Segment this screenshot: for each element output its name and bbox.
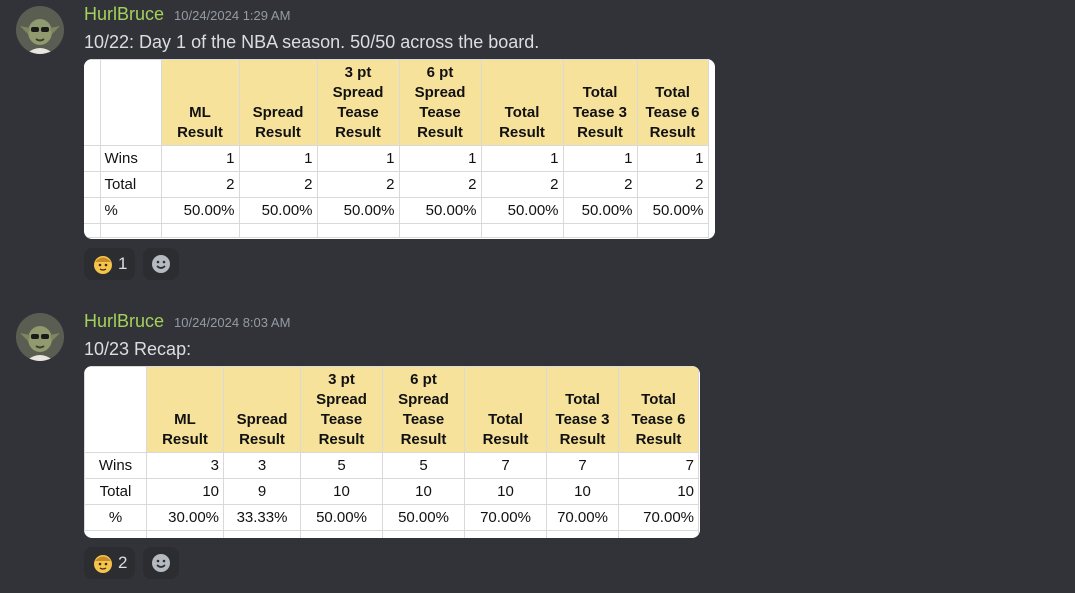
table-cell: 10 [618,478,699,505]
table-cell: 50.00% [562,197,638,224]
table-cell: 7 [546,452,619,479]
table-cell: 50.00% [636,197,709,224]
face-emoji-icon [94,256,112,274]
table-row: Total 10 9 10 10 10 10 10 [84,478,699,505]
table-cell: 3 [223,452,301,479]
spreadsheet-image[interactable]: ML Result Spread Result 3 pt Spread Tease Res… [84,366,700,538]
table-cell: 5 [300,452,383,479]
table-cell: 10 [300,478,383,505]
table-row: Wins 1 1 1 1 1 1 1 [84,145,709,172]
table-cell: 2 [562,171,638,198]
table-cell: 5 [382,452,465,479]
table-cell: 10 [146,478,224,505]
row-label: % [84,504,147,531]
spreadsheet-image[interactable]: ML Result Spread Result 3 pt Spread Tease Res… [84,59,715,239]
table-cell: 3 [146,452,224,479]
row-label: Total [84,478,147,505]
timestamp[interactable]: 10/24/2024 1:29 AM [174,8,290,23]
column-header: Spread Result [223,366,301,453]
column-header: Spread Result [238,59,318,146]
table-cell: 70.00% [464,504,547,531]
user-avatar[interactable] [16,6,64,54]
timestamp[interactable]: 10/24/2024 8:03 AM [174,315,290,330]
table-cell: 7 [464,452,547,479]
table-cell: 70.00% [618,504,699,531]
table-cell: 1 [562,145,638,172]
column-header: 6 pt Spread Tease Result [382,366,465,453]
table-cell: 9 [223,478,301,505]
table-cell: 50.00% [382,504,465,531]
reactions-bar: 1 [84,248,180,280]
table-cell: 50.00% [480,197,564,224]
username[interactable]: HurlBruce [84,4,164,25]
user-avatar[interactable] [16,313,64,361]
reactions-bar: 2 [84,547,180,579]
row-label: Wins [84,452,147,479]
reaction-count: 1 [118,254,128,273]
message-text: 10/22: Day 1 of the NBA season. 50/50 ac… [84,32,540,52]
table-cell: 1 [636,145,709,172]
column-header: Total Result [464,366,547,453]
table-row: % 50.00% 50.00% 50.00% 50.00% 50.00% 50.… [84,197,709,224]
table-cell: 10 [546,478,619,505]
column-header: ML Result [146,366,224,453]
add-reaction-icon [152,554,171,572]
row-label: % [99,197,162,224]
column-header: Total Tease 6 Result [618,366,699,453]
table-cell: 1 [398,145,482,172]
table-row: Total 2 2 2 2 2 2 2 [84,171,709,198]
add-reaction-button[interactable] [143,248,180,280]
table-row: % 30.00% 33.33% 50.00% 50.00% 70.00% 70.… [84,504,699,531]
results-table: ML Result Spread Result 3 pt Spread Tease Res… [84,59,709,238]
table-cell: 2 [398,171,482,198]
table-cell: 2 [160,171,240,198]
column-header: 3 pt Spread Tease Result [300,366,383,453]
table-cell: 1 [316,145,400,172]
results-table: ML Result Spread Result 3 pt Spread Tease Res… [84,366,699,538]
table-cell: 50.00% [238,197,318,224]
reaction-button[interactable]: 2 [84,547,136,579]
column-header: Total Tease 6 Result [636,59,709,146]
table-cell: 1 [480,145,564,172]
table-cell: 7 [618,452,699,479]
table-cell: 10 [464,478,547,505]
table-cell: 2 [636,171,709,198]
table-cell: 2 [316,171,400,198]
table-cell: 70.00% [546,504,619,531]
message-text: 10/23 Recap: [84,339,192,359]
table-cell: 50.00% [316,197,400,224]
table-cell: 50.00% [398,197,482,224]
row-label: Wins [99,145,162,172]
table-cell: 30.00% [146,504,224,531]
column-header: Total Result [480,59,564,146]
column-header: 6 pt Spread Tease Result [398,59,482,146]
table-cell: 1 [238,145,318,172]
row-label: Total [99,171,162,198]
table-row: Wins 3 3 5 5 7 7 7 [84,452,699,479]
add-reaction-button[interactable] [143,547,180,579]
table-cell: 2 [238,171,318,198]
reaction-count: 2 [118,553,128,572]
face-emoji-icon [94,555,112,573]
column-header: Total Tease 3 Result [562,59,638,146]
table-cell: 50.00% [160,197,240,224]
reaction-button[interactable]: 1 [84,248,136,280]
column-header: 3 pt Spread Tease Result [316,59,400,146]
username[interactable]: HurlBruce [84,311,164,332]
table-cell: 2 [480,171,564,198]
table-cell: 50.00% [300,504,383,531]
table-cell: 33.33% [223,504,301,531]
add-reaction-icon [152,255,171,273]
table-cell: 1 [160,145,240,172]
column-header: ML Result [160,59,240,146]
table-cell: 10 [382,478,465,505]
column-header: Total Tease 3 Result [546,366,619,453]
